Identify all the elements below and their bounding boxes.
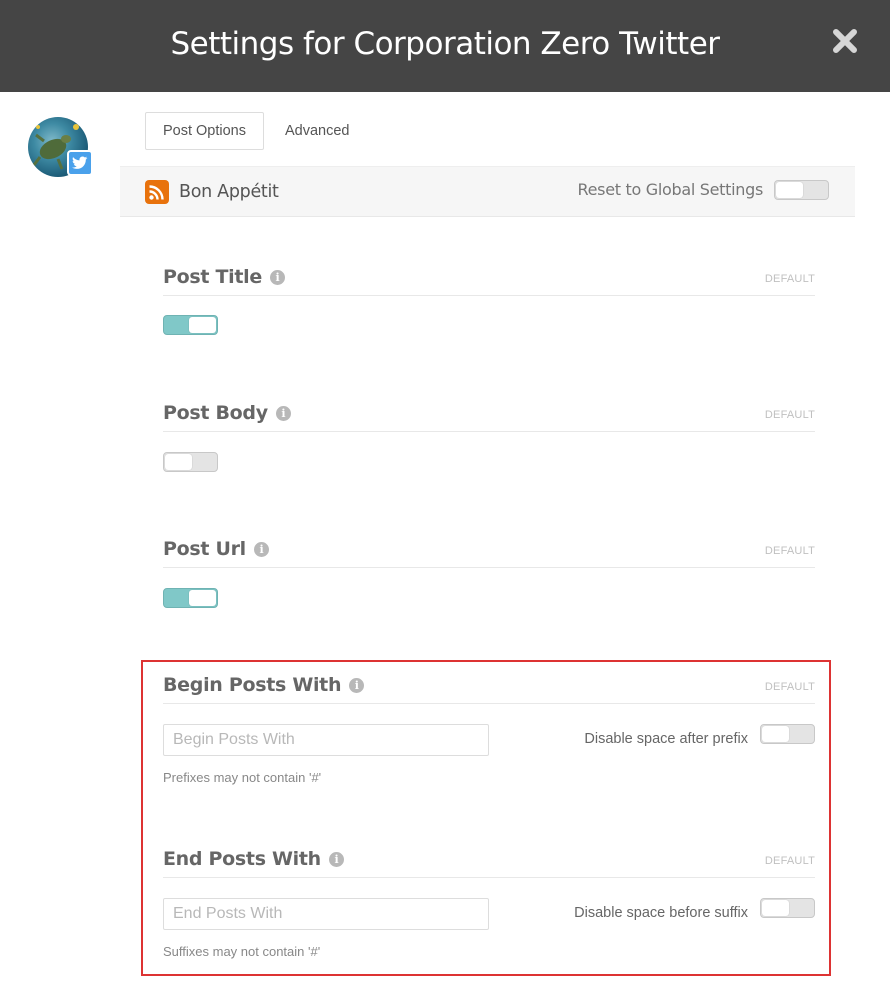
suffix-space-toggle[interactable] bbox=[760, 898, 815, 918]
begin-posts-input[interactable] bbox=[163, 724, 489, 756]
default-label: DEFAULT bbox=[764, 273, 815, 285]
info-icon[interactable]: i bbox=[275, 406, 291, 421]
suffix-space-label: Disable space before suffix bbox=[574, 905, 748, 921]
post-body-toggle[interactable] bbox=[163, 452, 218, 472]
modal-title: Settings for Corporation Zero Twitter bbox=[170, 26, 720, 62]
default-label: DEFAULT bbox=[764, 855, 815, 867]
end-posts-input[interactable] bbox=[163, 898, 489, 930]
info-icon[interactable]: i bbox=[349, 678, 365, 693]
section-header: Post Title i DEFAULT bbox=[163, 266, 815, 296]
feed-bar: Bon Appétit Reset to Global Settings bbox=[120, 166, 855, 217]
prefix-hint: Prefixes may not contain '#' bbox=[163, 770, 322, 785]
prefix-space-toggle[interactable] bbox=[760, 724, 815, 744]
prefix-space-label: Disable space after prefix bbox=[584, 731, 748, 747]
tab-advanced[interactable]: Advanced bbox=[285, 113, 350, 149]
section-header: Begin Posts With i DEFAULT bbox=[163, 674, 815, 704]
section-label: End Posts With bbox=[163, 848, 321, 870]
default-label: DEFAULT bbox=[764, 681, 815, 693]
default-label: DEFAULT bbox=[764, 409, 815, 421]
twitter-icon bbox=[67, 150, 93, 176]
post-title-toggle[interactable] bbox=[163, 315, 218, 335]
section-label: Post Title bbox=[163, 266, 262, 288]
reset-label: Reset to Global Settings bbox=[577, 180, 764, 199]
info-icon[interactable]: i bbox=[253, 542, 269, 557]
modal-header: Settings for Corporation Zero Twitter bbox=[0, 0, 890, 92]
section-label: Begin Posts With bbox=[163, 674, 342, 696]
close-icon[interactable] bbox=[830, 26, 860, 56]
info-icon[interactable]: i bbox=[269, 270, 285, 285]
section-header: Post Url i DEFAULT bbox=[163, 538, 815, 568]
section-header: End Posts With i DEFAULT bbox=[163, 848, 815, 878]
end-posts-row: Disable space before suffix Suffixes may… bbox=[163, 898, 815, 968]
default-label: DEFAULT bbox=[764, 545, 815, 557]
begin-posts-row: Disable space after prefix Prefixes may … bbox=[163, 724, 815, 794]
tab-post-options[interactable]: Post Options bbox=[145, 112, 264, 150]
section-label: Post Url bbox=[163, 538, 246, 560]
rss-icon bbox=[145, 180, 169, 204]
feed-name: Bon Appétit bbox=[179, 182, 279, 202]
suffix-hint: Suffixes may not contain '#' bbox=[163, 944, 321, 959]
post-url-toggle[interactable] bbox=[163, 588, 218, 608]
reset-toggle[interactable] bbox=[774, 180, 829, 200]
section-label: Post Body bbox=[163, 402, 268, 424]
account-avatar bbox=[28, 117, 94, 179]
info-icon[interactable]: i bbox=[328, 852, 344, 867]
section-header: Post Body i DEFAULT bbox=[163, 402, 815, 432]
